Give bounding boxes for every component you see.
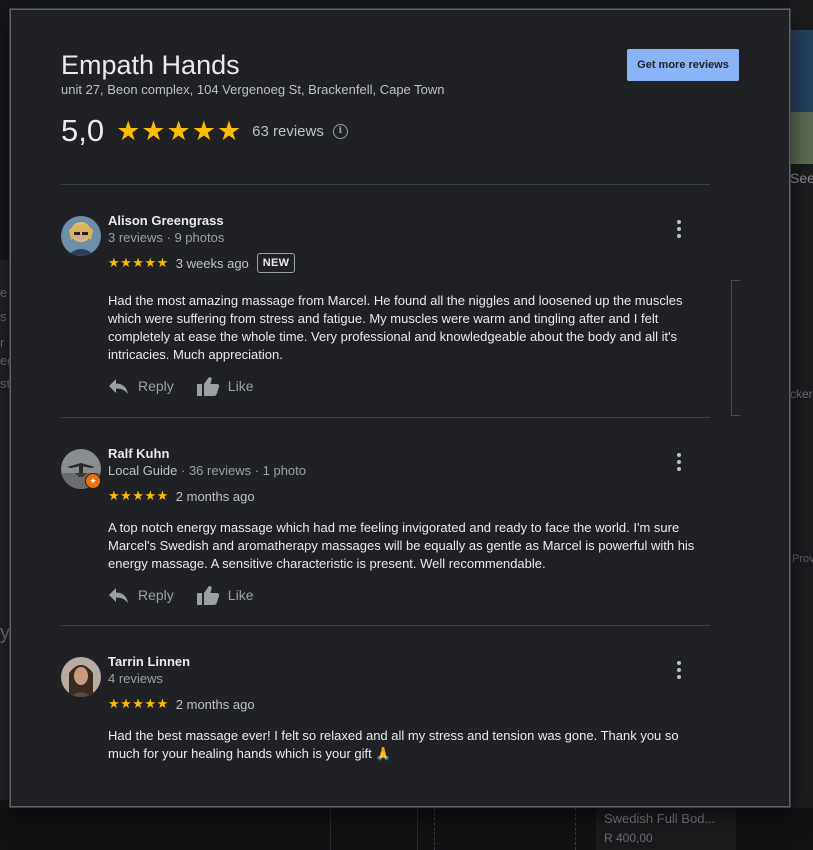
background-map-thumbnail (790, 30, 813, 112)
divider (61, 417, 710, 418)
local-guide-label: Local Guide (108, 463, 178, 478)
avatar[interactable] (61, 216, 101, 256)
rating-value: 5,0 (61, 113, 105, 148)
background-right-text: cker (790, 387, 813, 401)
background-left-text: e (0, 285, 8, 300)
like-button[interactable]: Like (196, 585, 254, 605)
background-dashed-card (434, 808, 576, 850)
review-stars: ★★★★★ (108, 255, 169, 270)
review-rating-row: ★★★★★ 3 weeks ago NEW (108, 253, 296, 273)
local-guide-badge-icon: ✦ (85, 473, 101, 489)
review-author[interactable]: Alison Greengrass (108, 213, 224, 228)
thumbs-up-icon (196, 586, 219, 605)
review-date: 2 months ago (175, 488, 255, 504)
review-author-meta: Local Guide · 36 reviews · 1 photo (108, 463, 306, 478)
reply-label: Reply (138, 587, 174, 603)
review-author[interactable]: Tarrin Linnen (108, 654, 190, 669)
review-text: Had the most amazing massage from Marcel… (108, 293, 683, 362)
background-left-text: y (0, 622, 10, 644)
info-icon[interactable]: i (332, 123, 348, 139)
review-author[interactable]: Ralf Kuhn (108, 446, 169, 461)
more-options-icon[interactable] (669, 217, 689, 241)
review-stars: ★★★★★ (108, 696, 169, 711)
review-count: 63 reviews (252, 122, 324, 140)
reviewer-stats: 4 reviews (108, 671, 163, 686)
reply-label: Reply (138, 378, 174, 394)
like-button[interactable]: Like (196, 376, 254, 396)
more-options-icon[interactable] (669, 658, 689, 682)
scrollbar[interactable] (731, 280, 740, 416)
get-more-reviews-button[interactable]: Get more reviews (627, 49, 739, 81)
divider (61, 625, 710, 626)
background-divider (330, 808, 331, 850)
background-right-text: Prov (792, 553, 813, 565)
review-date: 3 weeks ago (175, 255, 249, 271)
reply-button[interactable]: Reply (108, 586, 174, 604)
review-author-meta: 4 reviews (108, 671, 163, 686)
review-item: Tarrin Linnen 4 reviews ★★★★★ 2 months a… (61, 654, 711, 804)
review-item: ✦ Ralf Kuhn Local Guide · 36 reviews · 1… (61, 446, 711, 626)
new-badge: NEW (256, 253, 296, 273)
review-author-meta: 3 reviews · 9 photos (108, 230, 224, 245)
review-rating-row: ★★★★★ 2 months ago (108, 486, 263, 506)
review-actions: Reply Like (108, 585, 275, 605)
thumbs-up-icon (196, 377, 219, 396)
reviews-dialog: Empath Hands unit 27, Beon complex, 104 … (10, 9, 790, 807)
reviewer-stats: 3 reviews · 9 photos (108, 230, 225, 245)
review-stars: ★★★★★ (108, 488, 169, 503)
review-text: A top notch energy massage which had me … (108, 520, 695, 571)
review-text: Had the best massage ever! I felt so rel… (108, 728, 679, 761)
review-date: 2 months ago (175, 696, 255, 712)
reviewer-stats: · 36 reviews · 1 photo (177, 463, 307, 478)
background-see-link: See (790, 170, 813, 186)
business-address: unit 27, Beon complex, 104 Vergenoeg St,… (61, 82, 445, 97)
background-divider (417, 808, 418, 850)
like-label: Like (227, 587, 254, 603)
background-left-text: s (0, 309, 7, 324)
reply-button[interactable]: Reply (108, 377, 174, 395)
review-actions: Reply Like (108, 376, 275, 396)
review-item: Alison Greengrass 3 reviews · 9 photos ★… (61, 213, 711, 413)
background-left-text: r (0, 335, 5, 350)
divider (61, 184, 710, 185)
reply-icon (109, 588, 128, 603)
background-product-title: Swedish Full Bod... (604, 811, 716, 826)
like-label: Like (227, 378, 254, 394)
rating-stars: ★★★★★ (116, 115, 243, 146)
avatar[interactable] (61, 657, 101, 697)
business-title: Empath Hands (61, 50, 240, 80)
review-rating-row: ★★★★★ 2 months ago (108, 694, 263, 714)
background-photo-thumbnail (790, 112, 813, 164)
background-product-price: R 400,00 (604, 831, 653, 845)
reply-icon (109, 379, 128, 394)
more-options-icon[interactable] (669, 450, 689, 474)
rating-summary: 5,0 ★★★★★ 63 reviews i (61, 113, 348, 148)
